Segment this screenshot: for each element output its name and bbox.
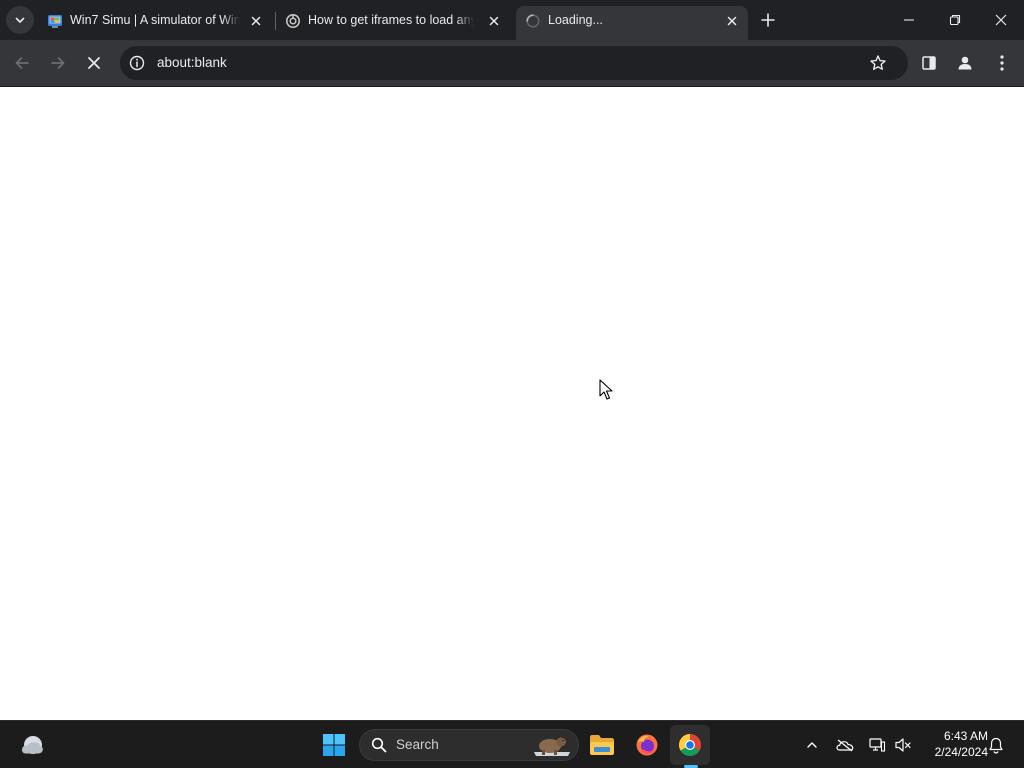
firefox-button[interactable]: [631, 729, 663, 761]
tab-title-fade: [222, 6, 240, 34]
bookmark-star-icon[interactable]: [869, 54, 887, 72]
notifications-button[interactable]: [986, 735, 1006, 755]
new-tab-icon[interactable]: [758, 10, 778, 30]
taskbar-clock[interactable]: 6:43 AM 2/24/2024: [916, 728, 988, 760]
minimize-icon: [904, 19, 914, 21]
speaker-muted-icon: [895, 738, 911, 752]
mouse-cursor-icon: [599, 379, 613, 400]
url-text[interactable]: about:blank: [157, 46, 227, 80]
tab-title: Loading...: [548, 13, 603, 27]
tab-title: How to get iframes to load any: [308, 13, 474, 27]
chevron-up-icon: [807, 742, 817, 748]
onedrive-button[interactable]: [834, 735, 856, 755]
browser-toolbar: about:blank: [0, 40, 1024, 86]
weather-cloud-icon: [22, 736, 43, 754]
screen: Win7 Simu | A simulator of Win How to ge…: [0, 0, 1024, 768]
volume-button[interactable]: [892, 735, 914, 755]
tab-search-button[interactable]: [6, 6, 34, 34]
restore-icon: [949, 14, 961, 26]
tab-title-fade: [456, 6, 474, 34]
network-icon: [869, 738, 886, 752]
windows-logo-icon: [323, 734, 345, 756]
close-icon[interactable]: [724, 13, 740, 29]
side-panel-icon: [922, 56, 936, 70]
loading-spinner-icon: [526, 14, 540, 28]
address-bar[interactable]: about:blank: [120, 46, 908, 80]
forward-button[interactable]: [47, 52, 69, 74]
taskbar-search[interactable]: Search: [359, 729, 579, 761]
menu-button[interactable]: [991, 52, 1013, 74]
page-content[interactable]: [0, 87, 1024, 720]
close-icon[interactable]: [248, 13, 264, 29]
chrome-icon: [679, 734, 701, 756]
stop-loading-button[interactable]: [83, 52, 105, 74]
start-button[interactable]: [318, 729, 350, 761]
close-icon: [88, 57, 100, 69]
clock-time: 6:43 AM: [943, 729, 988, 743]
win7simu-icon: [48, 15, 62, 28]
tab-win7-simu[interactable]: Win7 Simu | A simulator of Win: [38, 6, 274, 40]
search-highlight-capybara-icon: [534, 737, 570, 756]
search-label: Search: [396, 737, 439, 752]
close-icon: [995, 14, 1007, 26]
clock-date: 2/24/2024: [934, 745, 988, 759]
tab-title: Win7 Simu | A simulator of Win: [70, 13, 240, 27]
network-button[interactable]: [866, 735, 888, 755]
back-button[interactable]: [11, 52, 33, 74]
more-vertical-icon: [1000, 55, 1004, 71]
profile-icon: [958, 56, 972, 70]
weather-widget[interactable]: [18, 732, 46, 758]
profile-button[interactable]: [954, 52, 976, 74]
file-explorer-button[interactable]: [586, 729, 618, 761]
chevron-down-icon: [15, 17, 25, 23]
side-panel-button[interactable]: [918, 52, 940, 74]
tab-iframes[interactable]: How to get iframes to load any: [276, 6, 512, 40]
search-icon: [371, 737, 387, 753]
taskbar: Search 6:43 AM 2/24/2024: [0, 720, 1024, 768]
info-icon[interactable]: [128, 54, 146, 72]
cloud-offline-icon: [836, 739, 854, 752]
tab-loading[interactable]: Loading...: [516, 6, 748, 40]
close-window-button[interactable]: [978, 0, 1024, 40]
minimize-button[interactable]: [886, 0, 932, 40]
arrow-right-icon: [51, 57, 65, 69]
firefox-icon: [636, 734, 658, 756]
web-icon: [286, 14, 300, 28]
folder-icon: [590, 735, 614, 755]
tab-strip: Win7 Simu | A simulator of Win How to ge…: [0, 0, 1024, 40]
arrow-left-icon: [15, 57, 29, 69]
close-icon[interactable]: [486, 13, 502, 29]
show-hidden-icons-button[interactable]: [802, 735, 822, 755]
restore-button[interactable]: [932, 0, 978, 40]
bell-icon: [989, 737, 1003, 754]
chrome-icon-wrap: [674, 729, 706, 761]
